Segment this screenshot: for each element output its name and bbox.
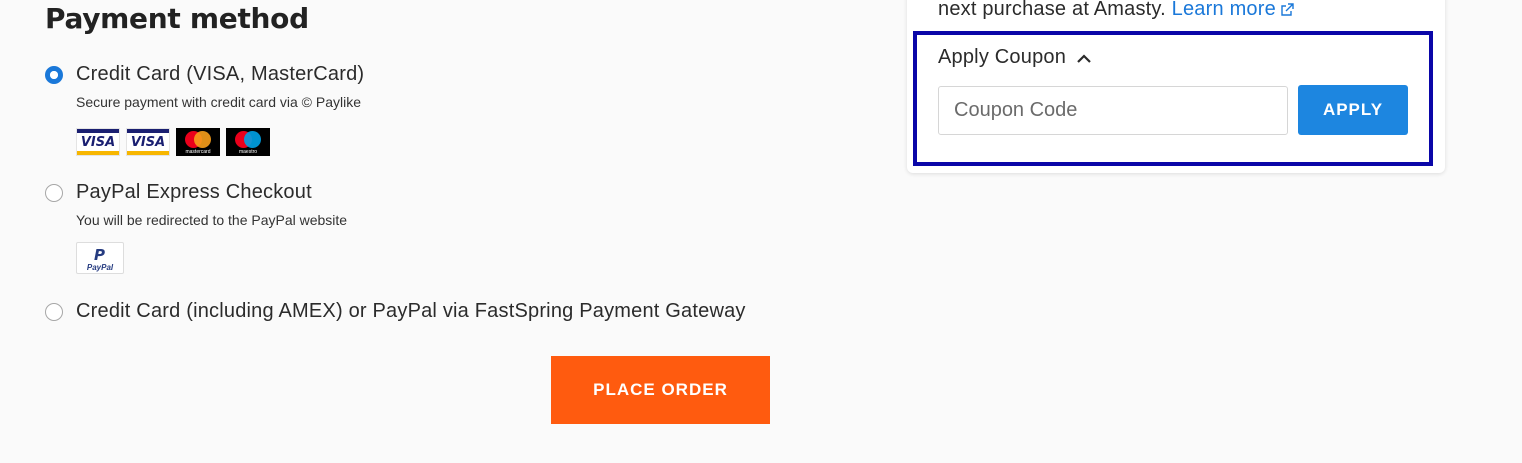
place-order-button[interactable]: PLACE ORDER xyxy=(551,356,770,424)
option-fastspring-label[interactable]: Credit Card (including AMEX) or PayPal v… xyxy=(76,300,746,323)
learn-more-link[interactable]: Learn more xyxy=(1172,0,1294,20)
external-link-icon xyxy=(1281,3,1294,16)
option-paypal-express-description: You will be redirected to the PayPal web… xyxy=(76,212,348,228)
apply-coupon-button[interactable]: APPLY xyxy=(1298,85,1408,135)
radio-paypal-express[interactable] xyxy=(45,184,63,202)
promo-text: next purchase at Amasty. Learn more xyxy=(938,0,1294,21)
chevron-up-icon[interactable] xyxy=(1076,52,1092,64)
visa-logo-icon: VISA xyxy=(76,128,120,156)
visa-electron-logo-icon: VISA xyxy=(126,128,170,156)
payment-method-title: Payment method xyxy=(45,2,309,35)
option-credit-card-description: Secure payment with credit card via © Pa… xyxy=(76,94,361,110)
apply-coupon-toggle[interactable]: Apply Coupon xyxy=(938,46,1092,69)
card-logos: VISA VISA mastercard maestro xyxy=(76,128,270,156)
maestro-logo-icon: maestro xyxy=(226,128,270,156)
apply-coupon-label[interactable]: Apply Coupon xyxy=(938,46,1066,69)
learn-more-label[interactable]: Learn more xyxy=(1172,0,1276,20)
option-paypal-express-label[interactable]: PayPal Express Checkout xyxy=(76,181,312,204)
coupon-code-input[interactable] xyxy=(938,86,1288,135)
mastercard-logo-icon: mastercard xyxy=(176,128,220,156)
promo-message: next purchase at Amasty. xyxy=(938,0,1166,20)
option-credit-card-label[interactable]: Credit Card (VISA, MasterCard) xyxy=(76,63,364,86)
paypal-logo-icon: P PayPal xyxy=(76,242,124,274)
radio-fastspring[interactable] xyxy=(45,303,63,321)
checkout-page: Payment method Credit Card (VISA, Master… xyxy=(0,0,1522,463)
radio-credit-card[interactable] xyxy=(45,66,63,84)
